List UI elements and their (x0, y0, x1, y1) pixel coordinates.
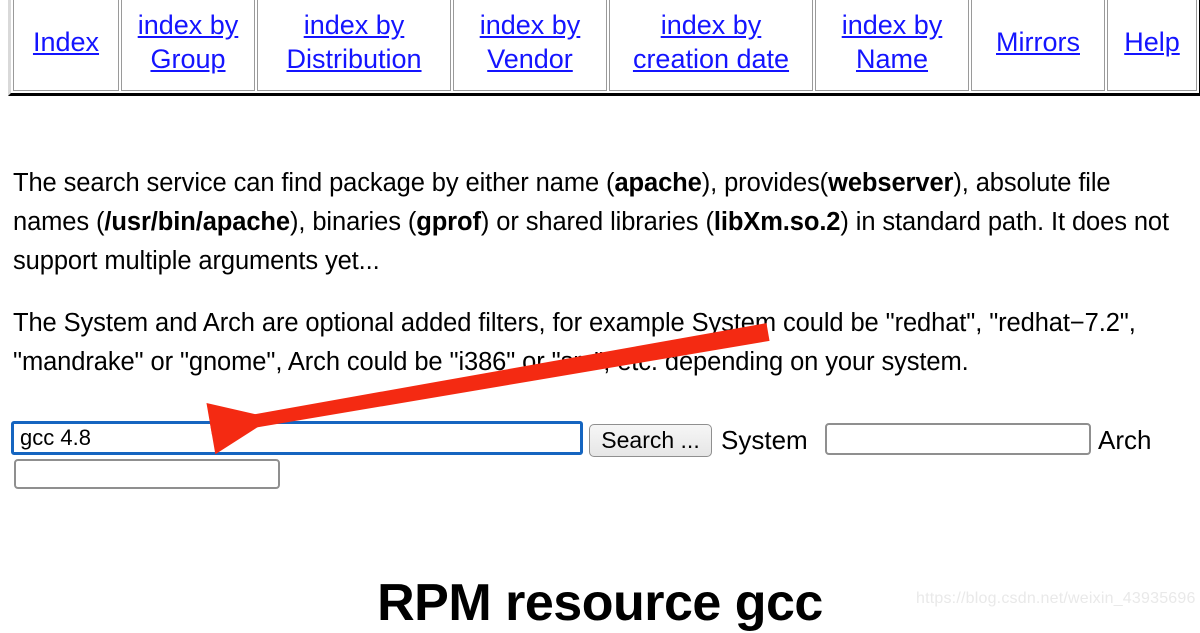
nav-link-index[interactable]: Index (33, 25, 99, 59)
nav-link-help[interactable]: Help (1124, 25, 1180, 59)
nav-link-index-by-vendor[interactable]: index by Vendor (460, 8, 600, 76)
para1-text-1: The search service can find package by e… (13, 168, 615, 197)
nav-cell-index-by-vendor[interactable]: index by Vendor (453, 0, 607, 91)
nav-cell-mirrors[interactable]: Mirrors (971, 0, 1105, 91)
nav-cell-index-by-creation-date[interactable]: index by creation date (609, 0, 813, 91)
nav-link-mirrors[interactable]: Mirrors (996, 25, 1080, 59)
para1-bold-usr-bin-apache: /usr/bin/apache (104, 207, 290, 236)
arch-label: Arch (1098, 425, 1152, 455)
nav-link-index-by-creation-date[interactable]: index by creation date (616, 8, 806, 76)
nav-bar: Index index by Group index by Distributi… (8, 0, 1200, 96)
search-input[interactable] (11, 421, 583, 455)
description-paragraph-2: The System and Arch are optional added f… (13, 308, 1136, 376)
para1-bold-webserver: webserver (828, 168, 954, 197)
para1-bold-gprof: gprof (416, 207, 481, 236)
secondary-text-input[interactable] (14, 459, 280, 489)
system-input[interactable] (825, 423, 1091, 455)
para1-bold-libxm: libXm.so.2 (713, 207, 841, 236)
nav-link-index-by-group[interactable]: index by Group (128, 8, 248, 76)
nav-cell-index-by-distribution[interactable]: index by Distribution (257, 0, 451, 91)
nav-cell-index[interactable]: Index (13, 0, 119, 91)
nav-cell-help[interactable]: Help (1107, 0, 1197, 91)
watermark-text: https://blog.csdn.net/weixin_43935696 (916, 590, 1196, 607)
nav-link-index-by-name[interactable]: index by Name (822, 8, 962, 76)
nav-cell-index-by-group[interactable]: index by Group (121, 0, 255, 91)
nav-link-index-by-distribution[interactable]: index by Distribution (264, 8, 444, 76)
para1-bold-apache: apache (614, 168, 702, 197)
search-button[interactable]: Search ... (589, 424, 712, 457)
system-label: System (721, 425, 808, 455)
nav-row: Index index by Group index by Distributi… (13, 0, 1197, 91)
para1-text-2: ), provides( (701, 168, 829, 197)
description-paragraph-1: The search service can find package by e… (13, 164, 1173, 281)
nav-table: Index index by Group index by Distributi… (8, 0, 1200, 96)
para1-text-4: ), binaries ( (289, 207, 417, 236)
nav-cell-index-by-name[interactable]: index by Name (815, 0, 969, 91)
para1-text-5: ) or shared libraries ( (480, 207, 714, 236)
